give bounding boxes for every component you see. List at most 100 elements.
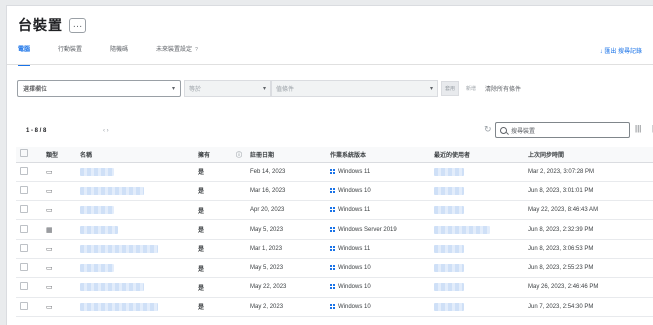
tab-mobile[interactable]: 行動裝置 xyxy=(58,45,82,61)
os-cell: Windows 10 xyxy=(326,258,430,277)
filter-field-value: 選擇欄位 xyxy=(23,87,48,93)
device-name-link[interactable] xyxy=(76,220,194,239)
registered-date: Mar 16, 2023 xyxy=(250,187,286,194)
tab-random-code[interactable]: 隨機碼 xyxy=(110,45,128,61)
owner-cell: 是 xyxy=(198,170,205,177)
os-cell: Windows 11 xyxy=(326,239,430,258)
result-count: 1 - 8 / 8 xyxy=(26,128,47,134)
last-user-link[interactable] xyxy=(430,181,524,200)
device-name-link[interactable] xyxy=(76,297,194,316)
last-user-link[interactable] xyxy=(430,278,524,297)
value-select[interactable]: 值條件 ▾ xyxy=(271,80,438,97)
row-checkbox[interactable] xyxy=(16,220,42,239)
col-registered[interactable]: 註冊日期 xyxy=(246,147,327,163)
help-icon[interactable]: ? xyxy=(195,47,198,53)
row-checkbox[interactable] xyxy=(16,278,42,297)
last-user-link[interactable] xyxy=(430,258,524,277)
clear-filters-link[interactable]: 清除所有條件 xyxy=(485,84,521,93)
table-row[interactable]: ▦ 是 May 5, 2023 Windows Server 2019 Jun 8, 2… xyxy=(16,220,653,240)
spacer-cell xyxy=(222,181,246,200)
spacer-cell xyxy=(222,162,246,181)
device-name-link[interactable] xyxy=(76,201,194,220)
filter-bar: 選擇欄位 ▾ 等於 ▾ 值條件 ▾ 套用 新增 清除所有條件 xyxy=(17,79,521,98)
app-window: 台裝置 … 電腦 行動裝置 隨機碼 未來裝置設定? ↓ 匯出 搜尋記錄 選擇欄位… xyxy=(6,5,653,325)
spacer-cell xyxy=(222,220,246,239)
registered-date: May 22, 2023 xyxy=(250,284,287,291)
registered-date: Apr 20, 2023 xyxy=(250,207,285,214)
table-row[interactable]: ▭ 是 May 2, 2023 Windows 10 Jun 7, 2023, 2:54… xyxy=(16,297,653,317)
owner-cell: 是 xyxy=(198,247,205,254)
table-row[interactable]: ▭ 是 May 5, 2023 Windows 10 Jun 8, 2023, 2:55… xyxy=(16,258,653,278)
chevron-down-icon: ▾ xyxy=(429,86,433,92)
device-name-link[interactable] xyxy=(76,162,194,181)
os-cell: Windows 11 xyxy=(326,162,430,181)
laptop-icon: ▭ xyxy=(46,265,53,273)
row-checkbox[interactable] xyxy=(16,258,42,277)
last-user-link[interactable] xyxy=(430,297,524,316)
laptop-icon: ▭ xyxy=(46,284,53,292)
page-header: 台裝置 … xyxy=(18,15,86,35)
pagination-arrows[interactable]: ‹ › xyxy=(103,128,109,134)
windows-icon xyxy=(330,187,336,193)
device-name-link[interactable] xyxy=(76,278,194,297)
tab-divider xyxy=(7,64,653,65)
col-type[interactable]: 類型 xyxy=(42,147,76,163)
columns-icon[interactable]: ||| xyxy=(635,124,641,133)
laptop-icon: ▭ xyxy=(46,303,53,311)
owner-cell: 是 xyxy=(198,285,205,292)
owner-cell: 是 xyxy=(198,305,205,312)
laptop-icon: ▭ xyxy=(46,187,53,195)
tab-computers[interactable]: 電腦 xyxy=(18,45,31,66)
help-icon[interactable]: ⓘ xyxy=(222,147,247,163)
col-name[interactable]: 名稱 xyxy=(76,147,194,163)
spacer-cell xyxy=(222,201,246,220)
spacer-cell xyxy=(222,239,246,258)
row-checkbox[interactable] xyxy=(16,239,42,258)
select-all-checkbox[interactable] xyxy=(16,147,42,163)
tab-label: 未來裝置設定 xyxy=(156,47,193,53)
col-owner[interactable]: 擁有 xyxy=(194,147,222,163)
row-checkbox[interactable] xyxy=(16,181,42,200)
laptop-icon: ▭ xyxy=(46,245,53,253)
col-os[interactable]: 作業系統版本 xyxy=(326,147,431,163)
col-last-sync[interactable]: 上次同步時間 xyxy=(524,147,653,163)
export-link[interactable]: ↓ 匯出 搜尋記錄 xyxy=(600,46,642,55)
value-select-value: 值條件 xyxy=(276,87,295,93)
owner-cell: 是 xyxy=(198,189,205,196)
last-user-link[interactable] xyxy=(430,220,524,239)
table-row[interactable]: ▭ 是 Feb 14, 2023 Windows 11 Mar 2, 2023, 3:0… xyxy=(16,162,653,182)
last-user-link[interactable] xyxy=(430,239,524,258)
desktop-icon: ▦ xyxy=(46,226,53,234)
windows-icon xyxy=(330,245,336,251)
device-name-link[interactable] xyxy=(76,239,194,258)
search-input[interactable]: 搜尋裝置 xyxy=(495,122,630,138)
apply-button[interactable]: 套用 xyxy=(441,81,459,96)
last-sync: Mar 2, 2023, 3:07:28 PM xyxy=(528,168,595,175)
add-filter-label[interactable]: 新增 xyxy=(466,85,476,92)
row-checkbox[interactable] xyxy=(16,201,42,220)
table-row[interactable]: ▭ 是 Mar 16, 2023 Windows 10 Jun 8, 2023, 3:0… xyxy=(16,181,653,201)
refresh-icon[interactable]: ↻ xyxy=(484,124,492,135)
table-row[interactable]: ▭ 是 Mar 1, 2023 Windows 11 Jun 8, 2023, 3:06… xyxy=(16,239,653,259)
devices-table: 類型 名稱 擁有 ⓘ 註冊日期 作業系統版本 最近的使用者 上次同步時間 ▭ 是 F… xyxy=(16,147,653,317)
more-button[interactable]: … xyxy=(69,17,86,33)
chevron-down-icon: ▾ xyxy=(262,86,266,92)
col-last-user[interactable]: 最近的使用者 xyxy=(430,147,525,163)
spacer-cell xyxy=(222,278,246,297)
tab-label: 隨機碼 xyxy=(110,47,129,53)
last-sync: May 22, 2023, 8:46:43 AM xyxy=(528,207,599,214)
operator-select[interactable]: 等於 ▾ xyxy=(184,80,271,97)
device-name-link[interactable] xyxy=(76,258,194,277)
row-checkbox[interactable] xyxy=(16,297,42,316)
last-user-link[interactable] xyxy=(430,201,524,220)
device-name-link[interactable] xyxy=(76,181,194,200)
tab-future-settings[interactable]: 未來裝置設定? xyxy=(156,45,198,61)
row-checkbox[interactable] xyxy=(16,162,42,181)
tab-label: 電腦 xyxy=(18,47,31,53)
table-row[interactable]: ▭ 是 May 22, 2023 Windows 10 May 26, 2023, 2:… xyxy=(16,278,653,298)
owner-cell: 是 xyxy=(198,228,205,235)
table-row[interactable]: ▭ 是 Apr 20, 2023 Windows 11 May 22, 2023, 8:… xyxy=(16,201,653,220)
last-user-link[interactable] xyxy=(430,162,524,181)
windows-icon xyxy=(330,265,336,271)
filter-field-select[interactable]: 選擇欄位 ▾ xyxy=(17,80,181,97)
